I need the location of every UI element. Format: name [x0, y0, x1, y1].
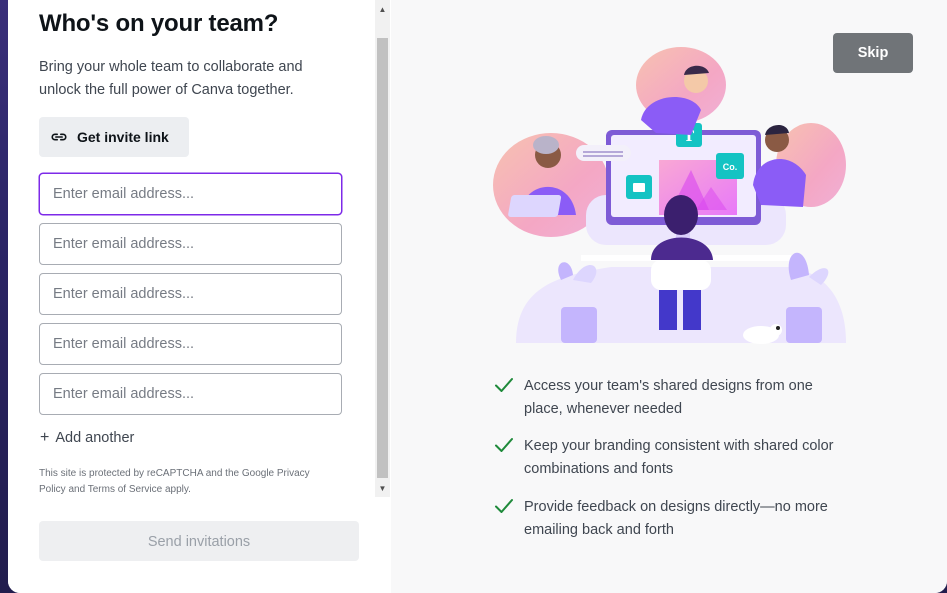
email-field-4[interactable] [39, 323, 342, 365]
form-scrollbar[interactable]: ▲ ▼ [375, 0, 390, 497]
invite-form-panel: Who's on your team? Bring your whole tea… [8, 0, 378, 593]
benefit-text: Provide feedback on designs directly—no … [524, 499, 828, 538]
check-icon [495, 499, 513, 513]
page-subtitle: Bring your whole team to collaborate and… [39, 59, 303, 98]
plus-icon: + [40, 429, 50, 446]
co-tile-label: Co. [723, 162, 738, 172]
email-field-3[interactable] [39, 273, 342, 315]
add-another-label: Add another [55, 430, 135, 446]
scrollbar-thumb[interactable] [377, 38, 388, 478]
scroll-down-arrow-icon[interactable]: ▼ [375, 481, 390, 496]
get-invite-link-button[interactable]: Get invite link [39, 117, 189, 157]
recaptcha-notice: This site is protected by reCAPTCHA and … [39, 468, 310, 495]
benefit-text: Access your team's shared designs from o… [524, 378, 813, 417]
benefits-panel: Skip T Co. Access your team's shared des… [391, 0, 947, 593]
email-field-5[interactable] [39, 373, 342, 415]
benefit-text: Keep your branding consistent with share… [524, 438, 834, 477]
benefit-item-1: Access your team's shared designs from o… [493, 375, 853, 421]
page-title: Who's on your team? [39, 10, 279, 37]
email-field-2[interactable] [39, 223, 342, 265]
benefit-item-3: Provide feedback on designs directly—no … [493, 496, 853, 542]
email-field-1[interactable] [39, 173, 342, 215]
benefit-item-2: Keep your branding consistent with share… [493, 435, 853, 481]
invite-button-label: Get invite link [77, 129, 169, 145]
send-invitations-button[interactable]: Send invitations [39, 521, 359, 561]
scroll-up-arrow-icon[interactable]: ▲ [375, 2, 390, 17]
team-collaboration-illustration: T Co. [493, 47, 846, 344]
check-icon [495, 438, 513, 452]
check-icon [495, 378, 513, 392]
link-icon [51, 133, 67, 141]
team-invite-dialog: Who's on your team? Bring your whole tea… [8, 0, 947, 593]
add-another-button[interactable]: + Add another [40, 429, 134, 447]
